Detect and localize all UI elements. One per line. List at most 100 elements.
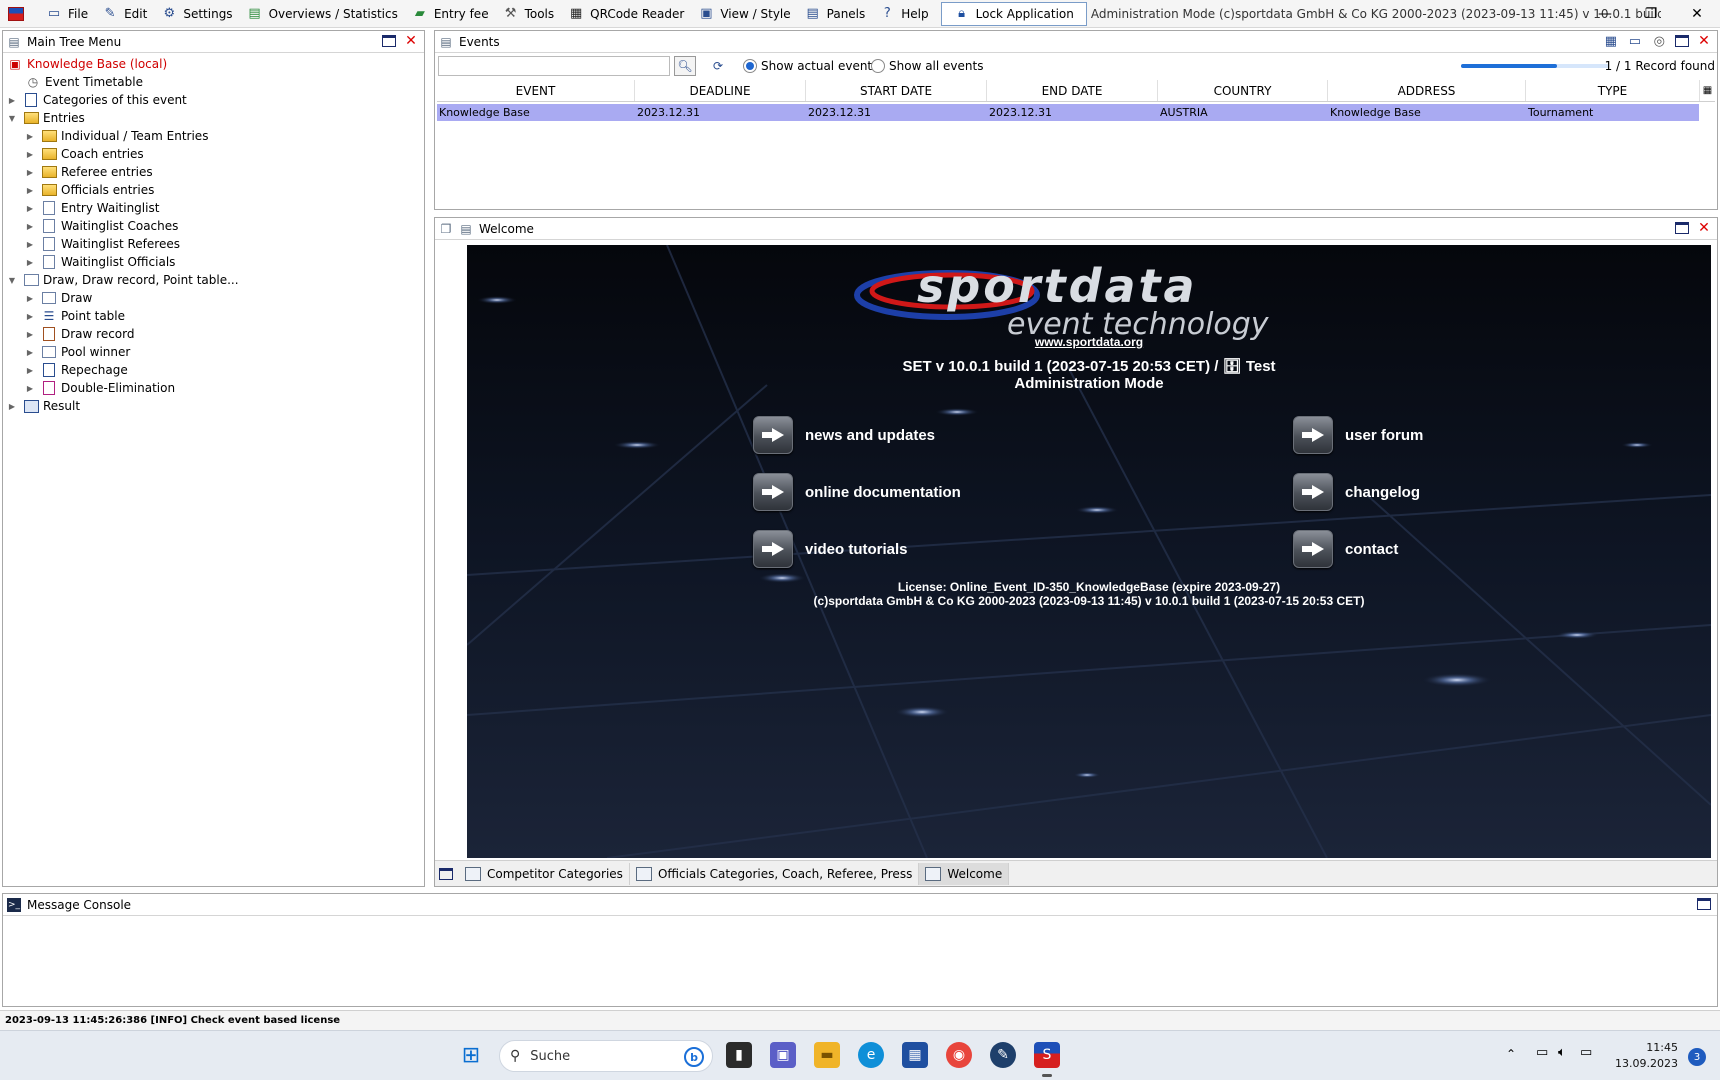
tree-item-officials-entries[interactable]: ▶ Officials entries	[25, 181, 154, 199]
maximize-icon[interactable]	[382, 35, 396, 47]
taskbar-search[interactable]: ⚲ Suche b	[499, 1040, 713, 1072]
chevron-right-icon[interactable]: ▶	[25, 204, 35, 213]
chevron-right-icon[interactable]: ▶	[25, 186, 35, 195]
menu-settings[interactable]: ⚙ Settings	[155, 2, 240, 26]
tree-item-knowledge-base[interactable]: ▣ Knowledge Base (local)	[7, 55, 167, 73]
col-deadline[interactable]: DEADLINE	[635, 80, 806, 101]
chevron-right-icon[interactable]: ▶	[25, 240, 35, 249]
col-type[interactable]: TYPE	[1526, 80, 1700, 101]
chevron-right-icon[interactable]: ▶	[25, 132, 35, 141]
teams-chat-icon[interactable]: ▣	[770, 1042, 796, 1068]
tree-item-repechage[interactable]: ▶ Repechage	[25, 361, 128, 379]
website-link[interactable]: www.sportdata.org	[467, 335, 1711, 349]
refresh-icon[interactable]: ◎	[1654, 34, 1665, 49]
news-link[interactable]: news and updates	[753, 416, 935, 454]
restore-icon[interactable]: ❐	[1628, 0, 1674, 28]
radio-show-all[interactable]: Show all events	[871, 59, 983, 73]
col-country[interactable]: COUNTRY	[1158, 80, 1328, 101]
close-icon[interactable]: ✕	[404, 33, 418, 49]
event-search-input[interactable]	[438, 56, 670, 76]
contact-link[interactable]: contact	[1293, 530, 1398, 568]
maximize-icon[interactable]	[439, 867, 453, 880]
tree-item-waitinglist-officials[interactable]: ▶ Waitinglist Officials	[25, 253, 175, 271]
sportdata-app-icon[interactable]: S	[1034, 1042, 1060, 1068]
taskbar-clock[interactable]: 11:45 13.09.2023	[1615, 1040, 1678, 1072]
maximize-icon[interactable]	[1675, 222, 1689, 234]
app-feather-icon[interactable]: ✎	[990, 1042, 1016, 1068]
windows-start-icon[interactable]: ⊞	[458, 1042, 484, 1068]
chevron-right-icon[interactable]: ▶	[25, 384, 35, 393]
tree-item-draw[interactable]: ▶ Draw	[25, 289, 92, 307]
open-icon[interactable]: ▭	[1629, 34, 1641, 49]
user-forum-link[interactable]: user forum	[1293, 416, 1423, 454]
chevron-right-icon[interactable]: ▶	[25, 168, 35, 177]
lock-application-button[interactable]: 🔒︎ Lock Application	[940, 1, 1087, 26]
radio-show-actual[interactable]: Show actual events	[743, 59, 878, 73]
tree-item-draw-group[interactable]: ▼ Draw, Draw record, Point table...	[7, 271, 239, 289]
menu-panels[interactable]: ▤ Panels	[799, 2, 874, 26]
tab-officials-categories[interactable]: Officials Categories, Coach, Referee, Pr…	[630, 862, 920, 885]
tab-welcome[interactable]: Welcome	[919, 862, 1010, 885]
menu-file[interactable]: ▭ File	[40, 2, 96, 26]
close-icon[interactable]: ✕	[1697, 220, 1711, 236]
task-view-icon[interactable]: ▮	[726, 1042, 752, 1068]
col-start-date[interactable]: START DATE	[806, 80, 987, 101]
table-row[interactable]: Knowledge Base 2023.12.31 2023.12.31 202…	[437, 104, 1699, 121]
close-icon[interactable]: ✕	[1697, 33, 1711, 49]
close-window-icon[interactable]: ✕	[1674, 0, 1720, 28]
changelog-link[interactable]: changelog	[1293, 473, 1420, 511]
menu-entry-fee[interactable]: ▰ Entry fee	[406, 2, 497, 26]
chrome-icon[interactable]: ◉	[946, 1042, 972, 1068]
tree-item-point-table[interactable]: ▶ ☰ Point table	[25, 307, 125, 325]
store-icon[interactable]: ▦	[902, 1042, 928, 1068]
chevron-right-icon[interactable]: ▶	[25, 294, 35, 303]
tab-competitor-categories[interactable]: Competitor Categories	[459, 862, 630, 885]
tree-item-entry-waitinglist[interactable]: ▶ Entry Waitinglist	[25, 199, 159, 217]
chevron-right-icon[interactable]: ▶	[25, 348, 35, 357]
chevron-down-icon[interactable]: ▼	[7, 276, 17, 285]
edge-browser-icon[interactable]: e	[858, 1042, 884, 1068]
export-icon[interactable]: ▦	[1605, 34, 1617, 49]
tree-item-result[interactable]: ▶ Result	[7, 397, 80, 415]
tree-item-referee-entries[interactable]: ▶ Referee entries	[25, 163, 153, 181]
video-tutorials-link[interactable]: video tutorials	[753, 530, 908, 568]
chevron-right-icon[interactable]: ▶	[7, 402, 17, 411]
tree-item-event-timetable[interactable]: ◷ Event Timetable	[25, 73, 143, 91]
chevron-right-icon[interactable]: ▶	[25, 366, 35, 375]
chevron-right-icon[interactable]: ▶	[7, 96, 17, 105]
menu-edit[interactable]: ✎ Edit	[96, 2, 155, 26]
chevron-down-icon[interactable]: ▼	[7, 114, 17, 123]
chevron-right-icon[interactable]: ▶	[25, 222, 35, 231]
menu-overviews[interactable]: ▤ Overviews / Statistics	[241, 2, 406, 26]
copy-icon[interactable]: ❐	[439, 222, 453, 236]
maximize-icon[interactable]	[1697, 898, 1711, 910]
chevron-right-icon[interactable]: ▶	[25, 330, 35, 339]
tree-item-pool-winner[interactable]: ▶ Pool winner	[25, 343, 130, 361]
battery-icon[interactable]: ▭	[1580, 1045, 1592, 1060]
menu-help[interactable]: ? Help	[873, 2, 936, 26]
sync-button[interactable]: ⟳	[707, 56, 729, 76]
tree-item-draw-record[interactable]: ▶ Draw record	[25, 325, 135, 343]
chevron-right-icon[interactable]: ▶	[25, 150, 35, 159]
chevron-right-icon[interactable]: ▶	[25, 258, 35, 267]
network-icon[interactable]: ▭	[1536, 1045, 1548, 1060]
maximize-icon[interactable]	[1675, 35, 1689, 47]
tree-item-entries[interactable]: ▼ Entries	[7, 109, 85, 127]
tree-item-waitinglist-coaches[interactable]: ▶ Waitinglist Coaches	[25, 217, 178, 235]
menu-view-style[interactable]: ▣ View / Style	[692, 2, 798, 26]
tree-item-double-elimination[interactable]: ▶ Double-Elimination	[25, 379, 175, 397]
documentation-link[interactable]: online documentation	[753, 473, 961, 511]
speaker-icon[interactable]: 🔈︎	[1558, 1045, 1566, 1060]
column-chooser-icon[interactable]: ▦	[1700, 80, 1715, 101]
file-explorer-icon[interactable]: ▬	[814, 1042, 840, 1068]
chevron-right-icon[interactable]: ▶	[25, 312, 35, 321]
col-event[interactable]: EVENT	[437, 80, 635, 101]
col-address[interactable]: ADDRESS	[1328, 80, 1526, 101]
col-end-date[interactable]: END DATE	[987, 80, 1158, 101]
search-button[interactable]: 🔍︎	[674, 56, 696, 76]
tree-item-categories[interactable]: ▶ Categories of this event	[7, 91, 187, 109]
menu-qrcode[interactable]: ▦ QRCode Reader	[562, 2, 692, 26]
tree-item-waitinglist-referees[interactable]: ▶ Waitinglist Referees	[25, 235, 180, 253]
notification-badge[interactable]: 3	[1688, 1048, 1706, 1066]
menu-tools[interactable]: ⚒ Tools	[497, 2, 563, 26]
